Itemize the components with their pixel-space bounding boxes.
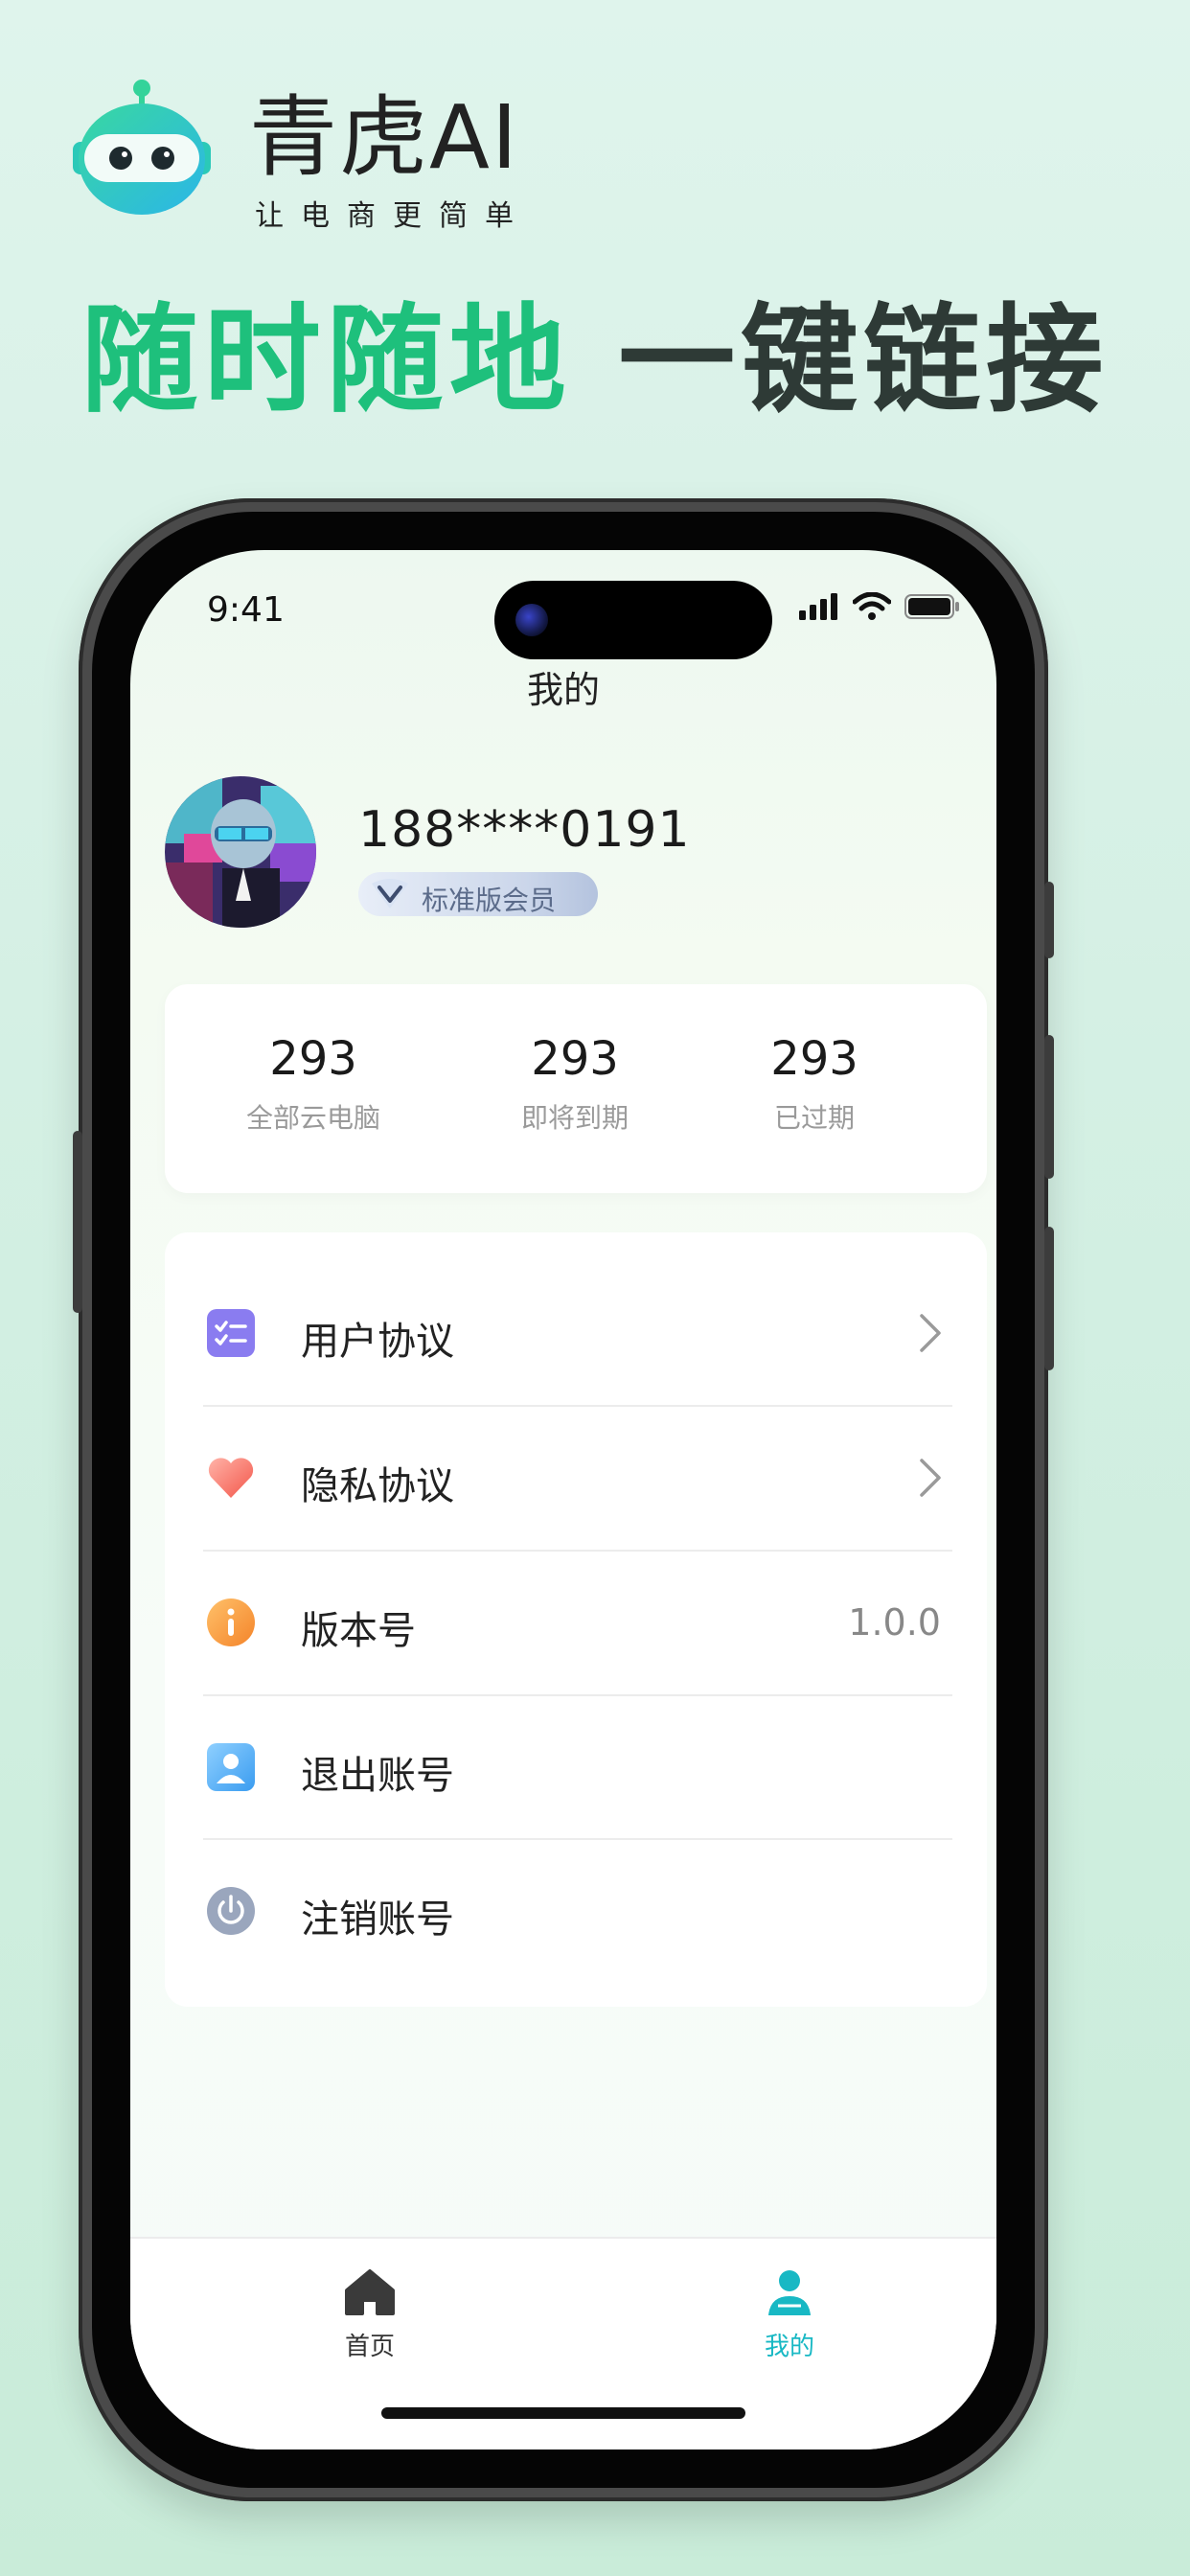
menu-label: 版本号 [301, 1609, 416, 1653]
phone-frame: 9:41 我的 188****0191 标准版会员 293 全部云电脑 293 … [73, 498, 1054, 2501]
tab-home[interactable]: 首页 [312, 2267, 427, 2362]
membership-badge: 标准版会员 [358, 872, 598, 916]
version-value: 1.0.0 [848, 1601, 941, 1644]
menu-label: 隐私协议 [301, 1464, 454, 1508]
page-title: 我的 [526, 669, 600, 711]
settings-menu: 用户协议 隐私协议 版本号 1.0.0 退出账号 注销账号 [165, 1232, 987, 2007]
user-icon [207, 1743, 255, 1791]
menu-item-delete-account[interactable]: 注销账号 [165, 1839, 987, 1983]
chevron-right-icon [920, 1314, 941, 1352]
tab-label: 我的 [764, 2333, 814, 2361]
stats-card: 293 全部云电脑 293 即将到期 293 已过期 [165, 984, 987, 1193]
menu-label: 注销账号 [301, 1898, 454, 1942]
home-icon [345, 2269, 395, 2315]
brand-slogan: 让电商更简单 [255, 199, 531, 233]
stat-all-cloud-pcs[interactable]: 293 全部云电脑 [208, 1032, 419, 1136]
info-icon [207, 1598, 255, 1646]
signal-icon [799, 593, 837, 620]
stat-value: 293 [269, 1032, 357, 1086]
menu-item-version: 版本号 1.0.0 [165, 1551, 987, 1694]
menu-label: 用户协议 [301, 1320, 454, 1364]
vip-chevron-icon [372, 879, 408, 908]
avatar[interactable] [165, 776, 316, 928]
stat-value: 293 [531, 1032, 619, 1086]
status-time: 9:41 [207, 590, 285, 630]
menu-item-user-agreement[interactable]: 用户协议 [165, 1261, 987, 1405]
battery-icon [904, 594, 959, 619]
checklist-icon [207, 1309, 255, 1357]
membership-label: 标准版会员 [422, 885, 557, 916]
power-icon [207, 1887, 255, 1935]
headline-green-text: 随时随地 [80, 292, 572, 428]
phone-bezel: 9:41 我的 188****0191 标准版会员 293 全部云电脑 293 … [92, 512, 1035, 2488]
stat-label: 全部云电脑 [245, 1102, 380, 1134]
phone-screen: 9:41 我的 188****0191 标准版会员 293 全部云电脑 293 … [130, 550, 996, 2450]
menu-label: 退出账号 [301, 1754, 454, 1798]
dynamic-island [494, 581, 772, 659]
menu-item-privacy-policy[interactable]: 隐私协议 [165, 1406, 987, 1550]
stat-expired[interactable]: 293 已过期 [709, 1032, 920, 1136]
stat-expiring-soon[interactable]: 293 即将到期 [469, 1032, 680, 1136]
camera-icon [515, 604, 548, 636]
user-phone-number: 188****0191 [358, 801, 691, 859]
brand-name: 青虎AI [249, 86, 520, 189]
heart-icon [208, 1458, 254, 1498]
stat-value: 293 [770, 1032, 858, 1086]
tab-mine[interactable]: 我的 [732, 2267, 847, 2362]
phone-side-button [1044, 1035, 1054, 1179]
menu-item-logout[interactable]: 退出账号 [165, 1695, 987, 1839]
home-indicator [381, 2407, 745, 2419]
stat-label: 即将到期 [520, 1102, 629, 1134]
tab-bar: 首页 我的 [130, 2237, 996, 2450]
stat-label: 已过期 [773, 1102, 855, 1134]
status-icons [799, 592, 960, 621]
headline-dark-text: 一键链接 [618, 292, 1110, 428]
wifi-icon [853, 592, 891, 620]
promo-headline: 随时随地 一键链接 [0, 302, 1190, 419]
phone-side-button [1044, 1227, 1054, 1370]
chevron-right-icon [920, 1459, 941, 1497]
phone-side-button [1044, 882, 1054, 958]
phone-side-button [73, 1131, 82, 1313]
avatar-image [165, 776, 316, 928]
tab-label: 首页 [344, 2333, 395, 2361]
robot-logo-icon [73, 80, 211, 215]
profile-icon [768, 2270, 811, 2315]
